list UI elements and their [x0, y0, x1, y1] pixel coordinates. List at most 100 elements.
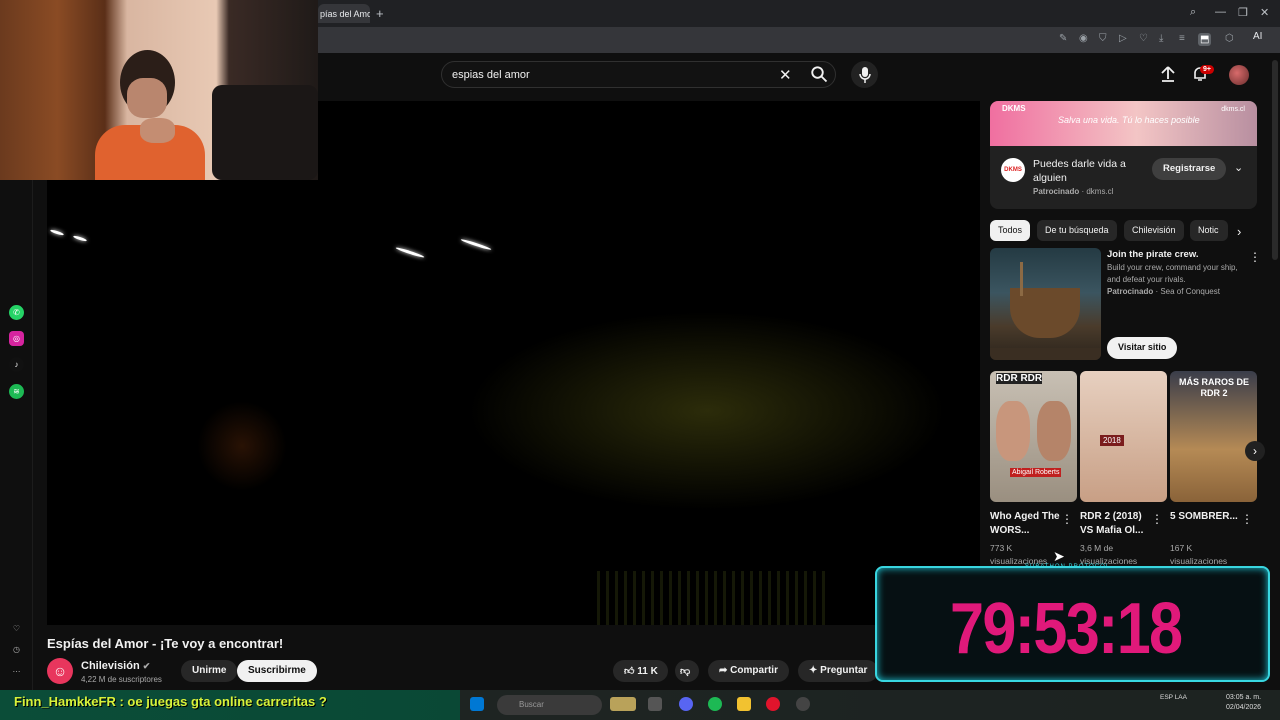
- more-options-icon[interactable]: ⋮: [1249, 250, 1261, 264]
- history-icon[interactable]: ◷: [9, 642, 24, 657]
- ask-button[interactable]: ✦ Preguntar: [798, 660, 879, 682]
- light-streak: [49, 228, 65, 237]
- ad-banner[interactable]: DKMS Salva una vida. Tú lo haces posible…: [990, 101, 1257, 146]
- short-title[interactable]: Who Aged The WORS...: [990, 510, 1060, 538]
- ad-title[interactable]: Puedes darle vida a alguien: [1033, 157, 1143, 185]
- subscribe-button[interactable]: Suscribirme: [237, 660, 317, 682]
- account-avatar[interactable]: [1229, 65, 1249, 85]
- short-thumbnail[interactable]: RDR RDR Abigail Roberts: [990, 371, 1077, 502]
- cube-icon[interactable]: ⬡: [1225, 33, 1234, 44]
- heart-icon[interactable]: ♡: [1139, 33, 1148, 44]
- sponsored-thumbnail[interactable]: [990, 248, 1101, 360]
- shield-icon[interactable]: ⛉: [1099, 33, 1107, 44]
- edit-icon[interactable]: ✎: [1059, 33, 1067, 44]
- short-thumb-text: RDR RDR: [996, 373, 1043, 384]
- browser-sidebar: [0, 180, 33, 690]
- register-button[interactable]: Registrarse: [1152, 158, 1227, 180]
- heart-sidebar-icon[interactable]: ♡: [9, 621, 24, 636]
- task-view-icon[interactable]: [648, 697, 662, 711]
- sparkle-icon: ✦: [809, 665, 818, 676]
- windows-start-icon[interactable]: [470, 697, 484, 711]
- ad-card[interactable]: DKMS Salva una vida. Tú lo haces posible…: [990, 101, 1257, 209]
- channel-avatar[interactable]: ☺: [47, 658, 73, 684]
- streamer-hands: [140, 118, 175, 143]
- minimize-icon[interactable]: —: [1215, 6, 1226, 18]
- camera-icon[interactable]: ◉: [1079, 33, 1088, 44]
- maximize-icon[interactable]: ❐: [1238, 6, 1248, 19]
- tiktok-icon[interactable]: ♪: [9, 357, 24, 372]
- chip-news[interactable]: Notic: [1190, 220, 1228, 241]
- chevron-right-icon[interactable]: ›: [1237, 224, 1241, 239]
- browser-tab[interactable]: pías del Amor: [318, 4, 370, 23]
- video-frame-glow: [197, 401, 287, 491]
- browser-toolbar: [318, 27, 1280, 53]
- visit-site-button[interactable]: Visitar sitio: [1107, 337, 1178, 359]
- whatsapp-icon[interactable]: ✆: [9, 305, 24, 320]
- taskbar-clock[interactable]: 03:05 a. m. 02/04/2026: [1226, 693, 1261, 713]
- channel-name[interactable]: Chilevisión ✔: [81, 660, 150, 672]
- thumbnail-strip: [990, 348, 1101, 360]
- short-title[interactable]: RDR 2 (2018) VS Mafia Ol...: [1080, 510, 1150, 538]
- more-options-icon[interactable]: ⋮: [1061, 512, 1073, 526]
- subathon-timer: 79:53:18: [950, 589, 1183, 669]
- notification-badge: 9+: [1200, 65, 1214, 74]
- spotify-icon[interactable]: ≋: [9, 384, 24, 399]
- more-options-icon[interactable]: ⋮: [1241, 512, 1253, 526]
- short-thumb-text: 2018: [1100, 435, 1124, 446]
- more-options-icon[interactable]: ⋮: [1151, 512, 1163, 526]
- discord-icon[interactable]: [679, 697, 693, 711]
- language-indicator[interactable]: ESP LAA: [1160, 694, 1187, 702]
- chip-from-search[interactable]: De tu búsqueda: [1037, 220, 1117, 241]
- close-window-icon[interactable]: ✕: [1260, 6, 1269, 19]
- next-shorts-icon[interactable]: ›: [1245, 441, 1265, 461]
- search-icon[interactable]: [810, 65, 828, 83]
- share-icon: ➦: [719, 665, 728, 676]
- opera-icon[interactable]: [766, 697, 780, 711]
- ad-sponsor-line: Patrocinado · dkms.cl: [1033, 187, 1114, 196]
- sponsored-title[interactable]: Join the pirate crew.: [1107, 249, 1199, 260]
- ad-banner-domain: dkms.cl: [1221, 106, 1245, 113]
- short-thumbnail[interactable]: MÁS RAROS DE RDR 2: [1170, 371, 1257, 502]
- join-button[interactable]: Unirme: [181, 660, 238, 682]
- share-button[interactable]: ➦ Compartir: [708, 660, 789, 682]
- ai-button[interactable]: AI: [1253, 31, 1262, 42]
- widget-icon[interactable]: [610, 697, 636, 711]
- file-explorer-icon[interactable]: [737, 697, 751, 711]
- download-icon[interactable]: ⤓: [1159, 33, 1163, 44]
- light-streak: [460, 238, 492, 251]
- search-tabs-icon[interactable]: ⌕: [1190, 6, 1196, 19]
- video-title: Espías del Amor - ¡Te voy a encontrar!: [47, 636, 284, 651]
- clear-search-icon[interactable]: ✕: [779, 66, 792, 84]
- gaming-chair: [212, 85, 318, 180]
- subscriber-count: 4,22 M de suscriptores: [81, 675, 162, 684]
- more-icon[interactable]: ⋯: [9, 664, 24, 679]
- chip-chilevision[interactable]: Chilevisión: [1124, 220, 1184, 241]
- video-frame-lights: [597, 571, 827, 625]
- thumbs-down-icon: 👎︎: [680, 666, 691, 677]
- short-face: [996, 401, 1030, 461]
- menu-icon[interactable]: ≡: [1179, 33, 1185, 44]
- search-input[interactable]: espias del amor: [441, 61, 836, 88]
- short-thumbnail[interactable]: 2018: [1080, 371, 1167, 502]
- scrollbar[interactable]: [1272, 60, 1278, 260]
- mic-icon[interactable]: [851, 61, 878, 88]
- timer-label: SUBATHON PROTOCOL: [1025, 564, 1111, 570]
- short-face: [1037, 401, 1071, 461]
- play-icon[interactable]: ▷: [1119, 33, 1127, 44]
- obs-icon[interactable]: [796, 697, 810, 711]
- short-title[interactable]: 5 SOMBRER...: [1170, 510, 1240, 524]
- extension-icon[interactable]: ⬒: [1198, 33, 1212, 46]
- instagram-icon[interactable]: ◎: [9, 331, 24, 346]
- chevron-down-icon[interactable]: ⌄: [1234, 161, 1243, 174]
- spotify-taskbar-icon[interactable]: [708, 697, 722, 711]
- short-views: 167 K visualizaciones: [1170, 543, 1228, 566]
- like-button[interactable]: 👍︎ 11 K: [613, 660, 668, 682]
- dislike-button[interactable]: 👎︎: [675, 660, 699, 682]
- upload-icon[interactable]: [1160, 66, 1176, 82]
- light-streak: [72, 234, 88, 243]
- new-tab-plus-icon[interactable]: +: [376, 6, 384, 21]
- short-thumb-text: MÁS RAROS DE RDR 2: [1178, 377, 1249, 398]
- taskbar-search[interactable]: Buscar: [497, 695, 602, 715]
- chip-all[interactable]: Todos: [990, 220, 1031, 241]
- light-streak: [395, 246, 425, 259]
